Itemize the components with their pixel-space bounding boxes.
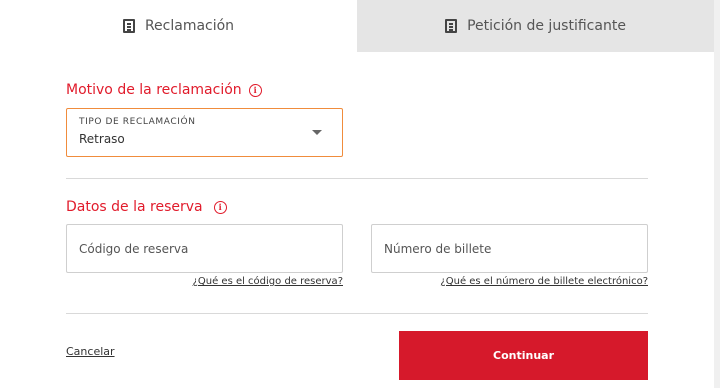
- claim-reason-title: Motivo de la reclamación i: [66, 82, 262, 98]
- booking-data-title: Datos de la reserva i: [66, 199, 227, 215]
- ticket-number-input[interactable]: [371, 224, 648, 273]
- info-icon[interactable]: i: [213, 200, 227, 214]
- actions-divider: [66, 313, 648, 314]
- reservation-code-input[interactable]: [66, 224, 343, 273]
- claim-reason-title-text: Motivo de la reclamación: [66, 82, 242, 98]
- tab-receipt-request[interactable]: Petición de justificante: [357, 0, 714, 52]
- continue-button[interactable]: Continuar: [399, 331, 648, 380]
- reservation-code-help-link[interactable]: ¿Qué es el código de reserva?: [193, 276, 343, 287]
- tab-bar: Reclamación Petición de justificante: [0, 0, 720, 52]
- claim-type-select[interactable]: TIPO DE RECLAMACIÓN Retraso: [66, 108, 343, 157]
- tab-receipt-request-label: Petición de justificante: [467, 18, 626, 34]
- claim-type-value: Retraso: [79, 132, 125, 146]
- booking-data-title-text: Datos de la reserva: [66, 199, 203, 215]
- document-icon: [445, 19, 458, 33]
- tab-claim[interactable]: Reclamación: [0, 0, 357, 52]
- cancel-link[interactable]: Cancelar: [66, 345, 115, 358]
- claim-type-label: TIPO DE RECLAMACIÓN: [79, 117, 196, 127]
- section-divider: [66, 178, 648, 179]
- document-icon: [122, 19, 135, 33]
- info-icon[interactable]: i: [248, 83, 262, 97]
- tab-claim-label: Reclamación: [144, 18, 235, 34]
- right-edge-strip: [714, 0, 720, 388]
- ticket-number-help-link[interactable]: ¿Qué es el número de billete electrónico…: [440, 276, 648, 287]
- chevron-down-icon: [312, 130, 322, 135]
